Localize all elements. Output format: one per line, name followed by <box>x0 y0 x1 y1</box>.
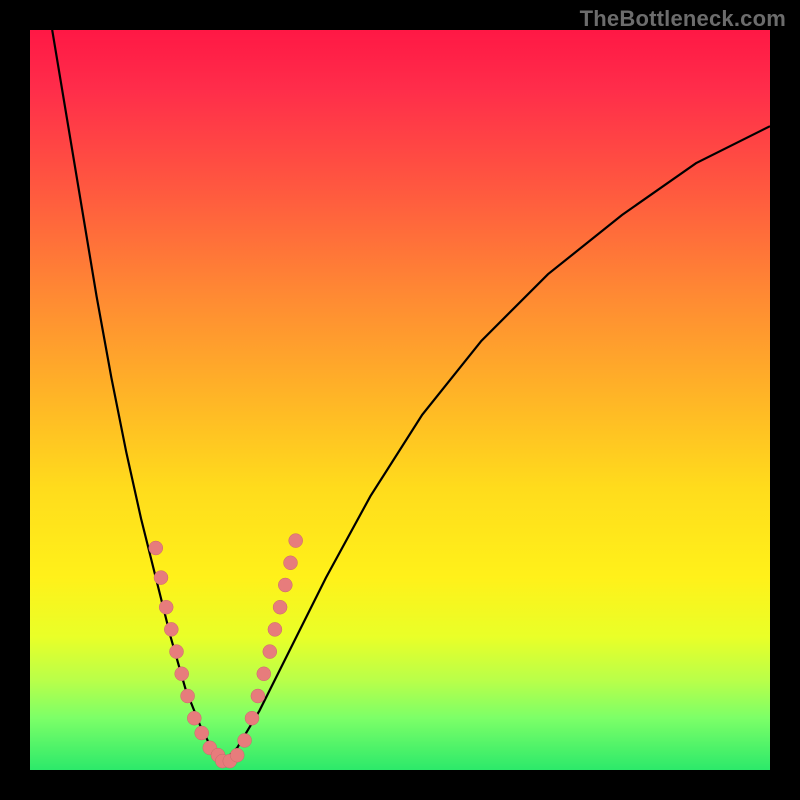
left-branch-curve <box>52 30 222 763</box>
sample-point <box>175 667 189 681</box>
sample-point <box>263 645 277 659</box>
sample-point <box>195 726 209 740</box>
right-branch-curve <box>222 126 770 762</box>
plot-area <box>30 30 770 770</box>
sample-point <box>251 689 265 703</box>
sample-point <box>268 622 282 636</box>
sample-point <box>238 733 252 747</box>
sample-point <box>230 748 244 762</box>
sample-point <box>187 711 201 725</box>
sample-point <box>278 578 292 592</box>
sample-point <box>245 711 259 725</box>
sample-point <box>181 689 195 703</box>
watermark-text: TheBottleneck.com <box>580 6 786 32</box>
sample-point <box>170 645 184 659</box>
sample-point <box>257 667 271 681</box>
chart-frame: TheBottleneck.com <box>0 0 800 800</box>
sample-point <box>159 600 173 614</box>
sample-point <box>284 556 298 570</box>
sample-points <box>149 534 303 769</box>
sample-point <box>149 541 163 555</box>
sample-point <box>164 622 178 636</box>
sample-point <box>154 571 168 585</box>
sample-point <box>289 534 303 548</box>
curve-layer <box>30 30 770 770</box>
sample-point <box>273 600 287 614</box>
